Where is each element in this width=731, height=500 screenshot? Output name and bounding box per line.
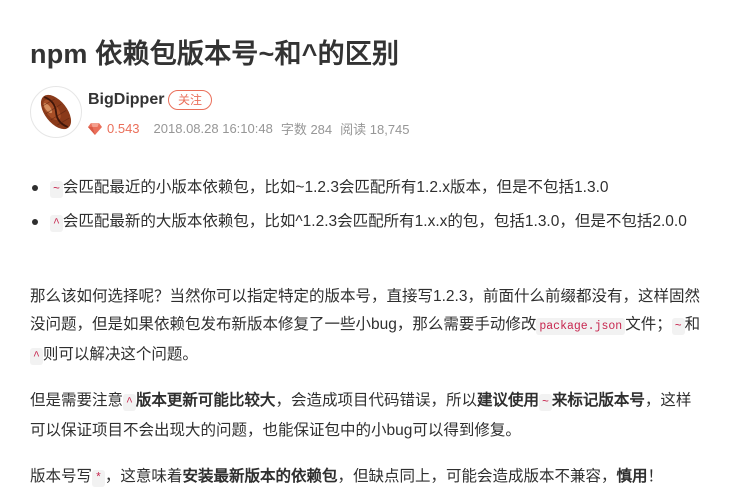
author-avatar[interactable]	[30, 86, 82, 138]
paragraph-text: 但是需要注意	[30, 392, 124, 409]
list-item: ~ 会匹配最近的小版本依赖包，比如~1.2.3会匹配所有1.2.x版本，但是不包括…	[30, 172, 710, 206]
inline-code: ^	[50, 215, 63, 232]
bullet-dot	[32, 219, 38, 225]
paragraph-1: 那么该如何选择呢？当然你可以指定特定的版本号，直接写1.2.3，前面什么前缀都没…	[30, 283, 705, 371]
diamond-value[interactable]: 0.543	[107, 121, 140, 136]
article-title: npm 依赖包版本号~和^的区别	[30, 39, 400, 69]
read-count: 阅读 18,745	[340, 122, 410, 137]
paragraph-text: ，但缺点同上，可能会造成版本不兼容，	[337, 468, 617, 485]
paragraph-text: 则可以解决这个问题。	[42, 346, 198, 363]
inline-code: ~	[538, 394, 552, 411]
article-meta: 0.543 2018.08.28 16:10:48 字数 284 阅读 18,7…	[88, 119, 418, 138]
list-item: ^ 会匹配最新的大版本依赖包，比如^1.2.3会匹配所有1.x.x的包，包括1.3…	[30, 206, 710, 240]
bold-text: 慎用	[616, 468, 648, 485]
follow-button[interactable]: 关注	[168, 90, 212, 110]
diamond-icon	[88, 122, 102, 135]
inline-code: ~	[50, 181, 63, 198]
word-count: 字数 284	[280, 122, 333, 137]
author-name[interactable]: BigDipper	[88, 91, 164, 109]
list-item-text: 会匹配最新的大版本依赖包，比如^1.2.3会匹配所有1.x.x的包，包括1.3.…	[62, 213, 687, 230]
inline-code: ^	[30, 348, 43, 365]
paragraph-text: 版本号写	[30, 468, 93, 485]
bold-text: 版本更新可能比较大	[135, 392, 276, 409]
bullet-list: ~ 会匹配最近的小版本依赖包，比如~1.2.3会匹配所有1.2.x版本，但是不包括…	[30, 172, 710, 240]
inline-code: *	[92, 470, 105, 487]
list-item-text: 会匹配最近的小版本依赖包，比如~1.2.3会匹配所有1.2.x版本，但是不包括1…	[62, 179, 609, 196]
article-page: npm 依赖包版本号~和^的区别 BigDipper 关注 0.543 2018…	[0, 0, 731, 500]
publish-time: 2018.08.28 16:10:48	[153, 121, 273, 136]
paragraph-text: ，会造成项目代码错误，所以	[275, 392, 477, 409]
paragraph-2: 但是需要注意 ^ 版本更新可能比较大，会造成项目代码错误，所以建议使用 ~ 来标记版本号…	[30, 387, 705, 445]
bold-text: 安装最新版本的依赖包	[182, 468, 338, 485]
paragraph-3: 版本号写 * ，这意味着安装最新版本的依赖包，但缺点同上，可能会造成版本不兼容，慎用…	[30, 463, 705, 493]
paragraph-text: ，这意味着	[104, 468, 183, 485]
paragraph-text: 文件；	[625, 316, 672, 333]
bold-text: 来标记版本号	[551, 392, 645, 409]
paragraph-text: 和	[684, 316, 701, 333]
inline-code: ~	[671, 318, 685, 335]
paragraph-text: ！	[647, 468, 663, 485]
bullet-dot	[32, 185, 38, 191]
inline-code: ^	[123, 394, 136, 411]
inline-code: package.json	[536, 318, 626, 335]
bold-text: 建议使用	[476, 392, 539, 409]
coffee-bean-icon	[40, 94, 72, 130]
